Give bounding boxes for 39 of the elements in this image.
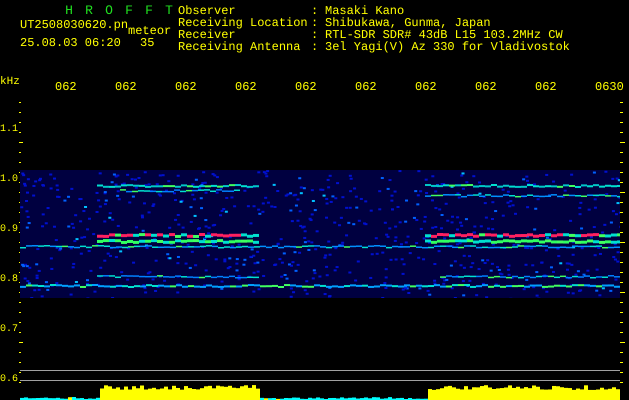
info-separator: : (311, 41, 320, 53)
info-value: Shibukawa, Gunma, Japan (325, 17, 492, 29)
app-title-letter: O (104, 5, 114, 19)
app-title-letter: F (144, 5, 154, 19)
info-label: Receiving Antenna (178, 41, 302, 53)
y-tick-label: 0.9 (0, 224, 18, 236)
count: 35 (140, 37, 154, 49)
y-tick-label: 0.8 (0, 274, 18, 286)
info-label: Receiver (178, 29, 236, 41)
time-label: 062 (175, 81, 197, 93)
time-label: 062 (475, 81, 497, 93)
info-separator: : (311, 17, 320, 29)
app-title-letter: R (84, 5, 94, 19)
time-label: 062 (115, 81, 137, 93)
timestamp: 25.08.03 06:20 (20, 37, 122, 49)
mode-label: meteor (128, 25, 172, 37)
time-label: 0630 (595, 81, 624, 93)
app-title-letter: H (64, 5, 74, 19)
time-label: 062 (535, 81, 557, 93)
file-name: UT2508030620.pn (20, 19, 128, 31)
info-value: Masaki Kano (325, 5, 406, 17)
info-label: Receiving Location (178, 17, 309, 29)
info-value: 3el Yagi(V) Az 330 for Vladivostok (325, 41, 570, 53)
time-label: 062 (355, 81, 377, 93)
y-tick-label: 0.6 (0, 374, 18, 386)
time-label: 062 (415, 81, 437, 93)
app-title-letter: T (164, 5, 174, 19)
y-tick-label: 1.1 (0, 124, 18, 136)
y-axis-unit: kHz (0, 76, 20, 88)
info-value: RTL-SDR SDR# 43dB L15 103.2MHz CW (325, 29, 563, 41)
time-label: 062 (295, 81, 317, 93)
app-title-letter: F (124, 5, 134, 19)
y-tick-label: 0.7 (0, 324, 18, 336)
info-separator: : (311, 5, 320, 17)
info-label: Observer (178, 5, 236, 17)
info-separator: : (311, 29, 320, 41)
time-label: 062 (55, 81, 77, 93)
time-label: 062 (235, 81, 257, 93)
y-tick-label: 1.0 (0, 174, 18, 186)
